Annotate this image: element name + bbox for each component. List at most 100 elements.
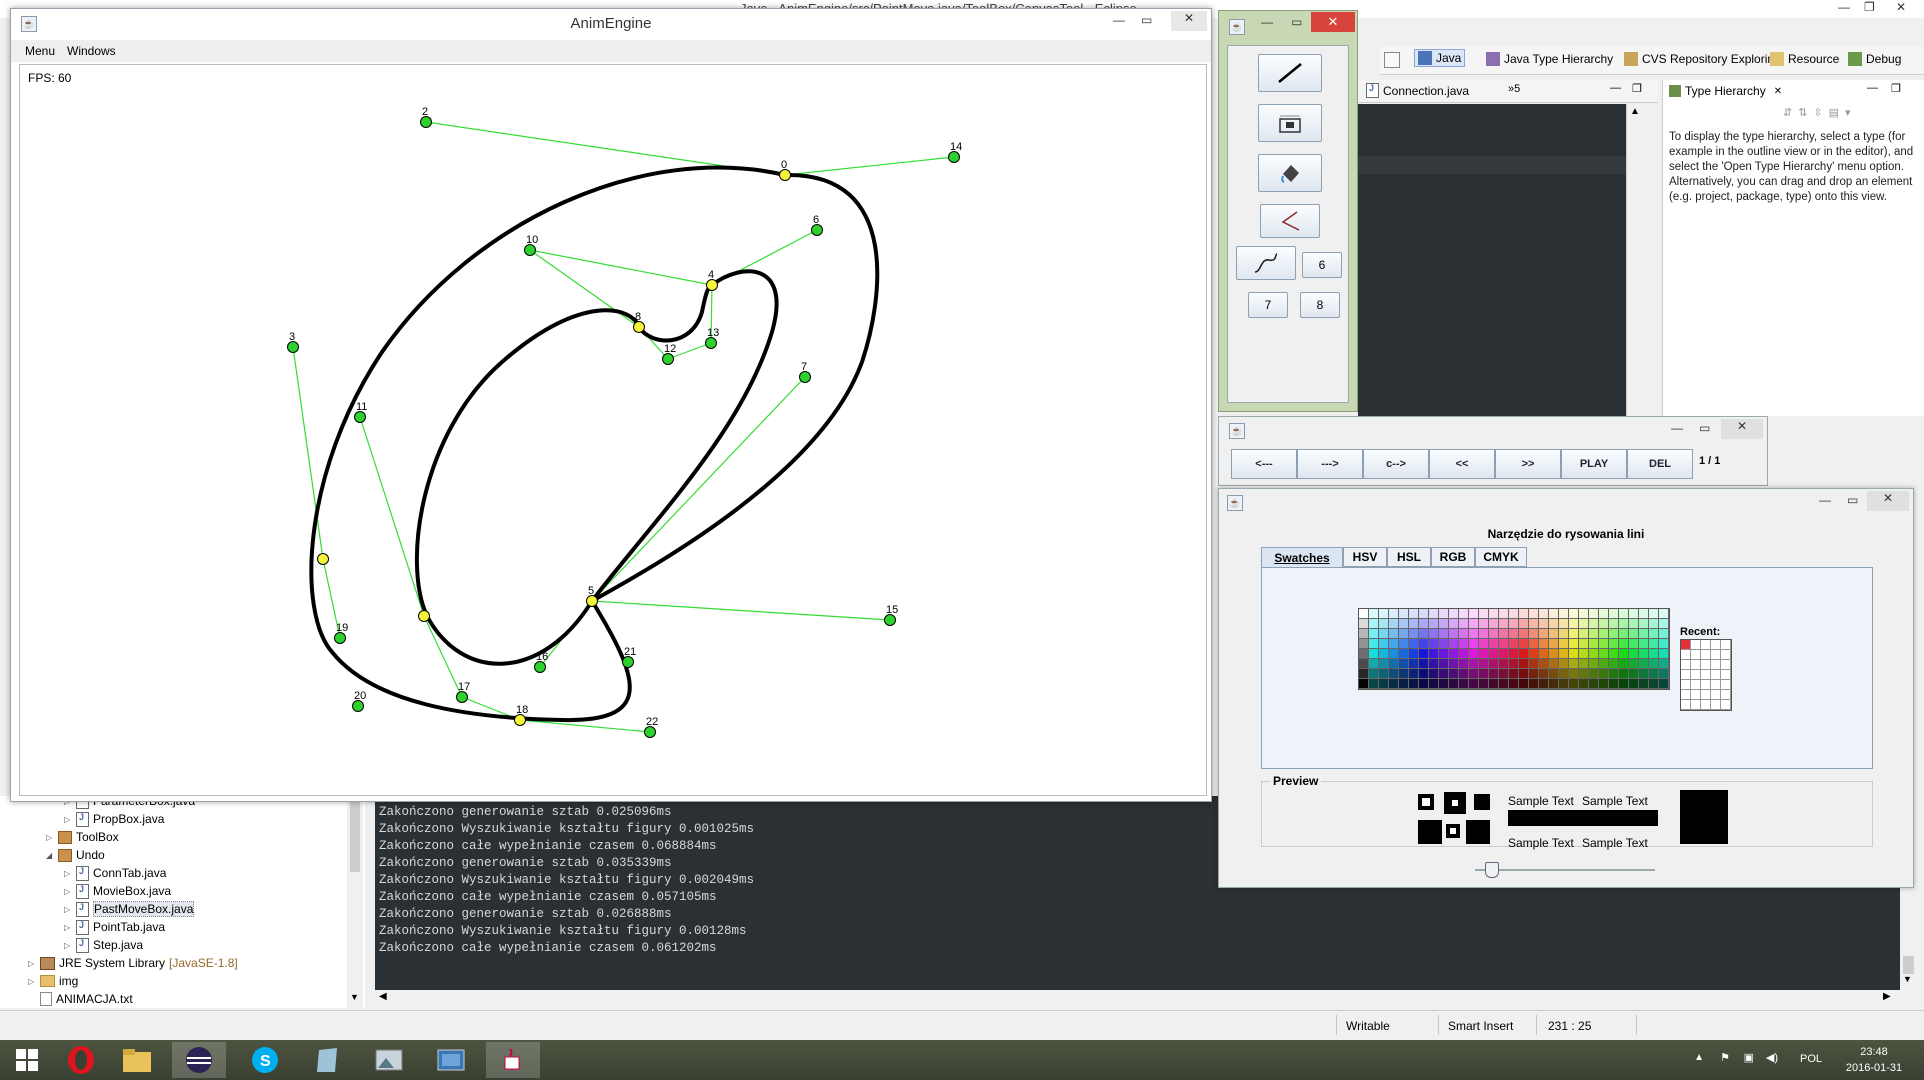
- color-swatch[interactable]: [1519, 629, 1529, 639]
- color-swatch[interactable]: [1359, 639, 1369, 649]
- recent-swatch[interactable]: [1701, 700, 1711, 710]
- editor-scrollbar[interactable]: ▲: [1626, 104, 1643, 416]
- color-swatch[interactable]: [1609, 679, 1619, 689]
- color-swatch[interactable]: [1449, 629, 1459, 639]
- language-indicator[interactable]: POL: [1800, 1053, 1822, 1065]
- color-swatch[interactable]: [1499, 649, 1509, 659]
- color-swatch[interactable]: [1409, 679, 1419, 689]
- maximize-button[interactable]: ▭: [1291, 15, 1302, 29]
- expand-arrow-icon[interactable]: ▷: [64, 815, 72, 824]
- color-swatch[interactable]: [1559, 669, 1569, 679]
- fill-tool-button[interactable]: [1258, 154, 1322, 192]
- expand-arrow-icon[interactable]: ▷: [64, 887, 72, 896]
- volume-icon[interactable]: ◀): [1766, 1051, 1778, 1064]
- color-swatch[interactable]: [1449, 679, 1459, 689]
- color-swatch[interactable]: [1439, 679, 1449, 689]
- color-swatch[interactable]: [1439, 669, 1449, 679]
- expand-arrow-icon[interactable]: ▷: [64, 869, 72, 878]
- color-swatch[interactable]: [1659, 619, 1669, 629]
- color-swatch[interactable]: [1379, 609, 1389, 619]
- color-swatch[interactable]: [1379, 629, 1389, 639]
- color-swatch[interactable]: [1549, 619, 1559, 629]
- color-swatch[interactable]: [1659, 679, 1669, 689]
- color-swatch[interactable]: [1639, 659, 1649, 669]
- color-swatch[interactable]: [1489, 679, 1499, 689]
- color-swatch[interactable]: [1399, 679, 1409, 689]
- color-swatch[interactable]: [1419, 619, 1429, 629]
- control-point[interactable]: [662, 353, 674, 365]
- tool-button-6[interactable]: 6: [1302, 252, 1342, 278]
- color-swatch[interactable]: [1659, 629, 1669, 639]
- color-swatch[interactable]: [1479, 669, 1489, 679]
- color-swatch[interactable]: [1599, 619, 1609, 629]
- color-swatch[interactable]: [1429, 669, 1439, 679]
- close-button[interactable]: ✕: [1867, 491, 1909, 511]
- color-swatch[interactable]: [1629, 629, 1639, 639]
- color-swatch[interactable]: [1549, 679, 1559, 689]
- color-swatch[interactable]: [1459, 609, 1469, 619]
- control-point[interactable]: [418, 610, 430, 622]
- color-swatch[interactable]: [1509, 679, 1519, 689]
- expand-arrow-icon[interactable]: ▷: [28, 959, 36, 968]
- taskbar-opera[interactable]: [54, 1042, 108, 1078]
- color-swatch[interactable]: [1369, 669, 1379, 679]
- color-swatch[interactable]: [1419, 659, 1429, 669]
- color-swatch[interactable]: [1579, 629, 1589, 639]
- tree-item[interactable]: ▷ PropBox.java: [64, 810, 164, 828]
- color-swatch[interactable]: [1379, 649, 1389, 659]
- prev-frame-button[interactable]: <---: [1231, 449, 1297, 479]
- color-swatch[interactable]: [1359, 629, 1369, 639]
- slider-thumb[interactable]: [1485, 862, 1499, 878]
- recent-swatch[interactable]: [1691, 690, 1701, 700]
- control-point[interactable]: [420, 116, 432, 128]
- color-swatch[interactable]: [1389, 619, 1399, 629]
- color-swatch[interactable]: [1519, 619, 1529, 629]
- recent-swatch[interactable]: [1681, 680, 1691, 690]
- color-swatch[interactable]: [1409, 669, 1419, 679]
- color-swatch[interactable]: [1459, 619, 1469, 629]
- expand-arrow-icon[interactable]: ▷: [64, 941, 72, 950]
- taskbar-photos[interactable]: [362, 1042, 416, 1078]
- color-swatch[interactable]: [1539, 629, 1549, 639]
- color-swatch[interactable]: [1629, 609, 1639, 619]
- recent-swatch[interactable]: [1701, 650, 1711, 660]
- scroll-down-icon[interactable]: ▼: [350, 992, 359, 1002]
- color-swatch[interactable]: [1569, 679, 1579, 689]
- recent-swatch[interactable]: [1681, 670, 1691, 680]
- recent-swatch[interactable]: [1701, 670, 1711, 680]
- color-swatch[interactable]: [1359, 659, 1369, 669]
- recent-swatches[interactable]: [1680, 639, 1732, 711]
- color-swatch[interactable]: [1639, 629, 1649, 639]
- color-swatch[interactable]: [1529, 659, 1539, 669]
- minimize-view-icon[interactable]: —: [1867, 82, 1878, 94]
- color-swatch[interactable]: [1549, 649, 1559, 659]
- perspective-java[interactable]: Java: [1414, 49, 1466, 67]
- color-swatch[interactable]: [1429, 639, 1439, 649]
- color-swatch[interactable]: [1379, 679, 1389, 689]
- color-swatch[interactable]: [1529, 619, 1539, 629]
- color-swatch[interactable]: [1479, 639, 1489, 649]
- console-hscrollbar[interactable]: ◀ ▶: [375, 990, 1900, 1006]
- control-point[interactable]: [948, 151, 960, 163]
- color-swatch[interactable]: [1469, 669, 1479, 679]
- color-swatch[interactable]: [1659, 669, 1669, 679]
- perspective-cvs[interactable]: CVS Repository Exploring: [1624, 52, 1781, 66]
- slider-track[interactable]: [1475, 869, 1655, 871]
- color-swatch[interactable]: [1509, 659, 1519, 669]
- color-swatch[interactable]: [1519, 609, 1529, 619]
- color-swatch[interactable]: [1359, 619, 1369, 629]
- color-swatch[interactable]: [1559, 679, 1569, 689]
- recent-swatch[interactable]: [1681, 700, 1691, 710]
- recent-swatch[interactable]: [1711, 670, 1721, 680]
- color-swatch[interactable]: [1559, 629, 1569, 639]
- color-swatch[interactable]: [1459, 679, 1469, 689]
- minimize-button[interactable]: —: [1819, 493, 1831, 507]
- control-point[interactable]: [633, 321, 645, 333]
- control-point[interactable]: [534, 661, 546, 673]
- color-swatch[interactable]: [1599, 659, 1609, 669]
- color-swatch[interactable]: [1419, 639, 1429, 649]
- color-swatch[interactable]: [1439, 659, 1449, 669]
- color-swatch[interactable]: [1409, 659, 1419, 669]
- color-swatch[interactable]: [1499, 659, 1509, 669]
- color-swatch[interactable]: [1429, 679, 1439, 689]
